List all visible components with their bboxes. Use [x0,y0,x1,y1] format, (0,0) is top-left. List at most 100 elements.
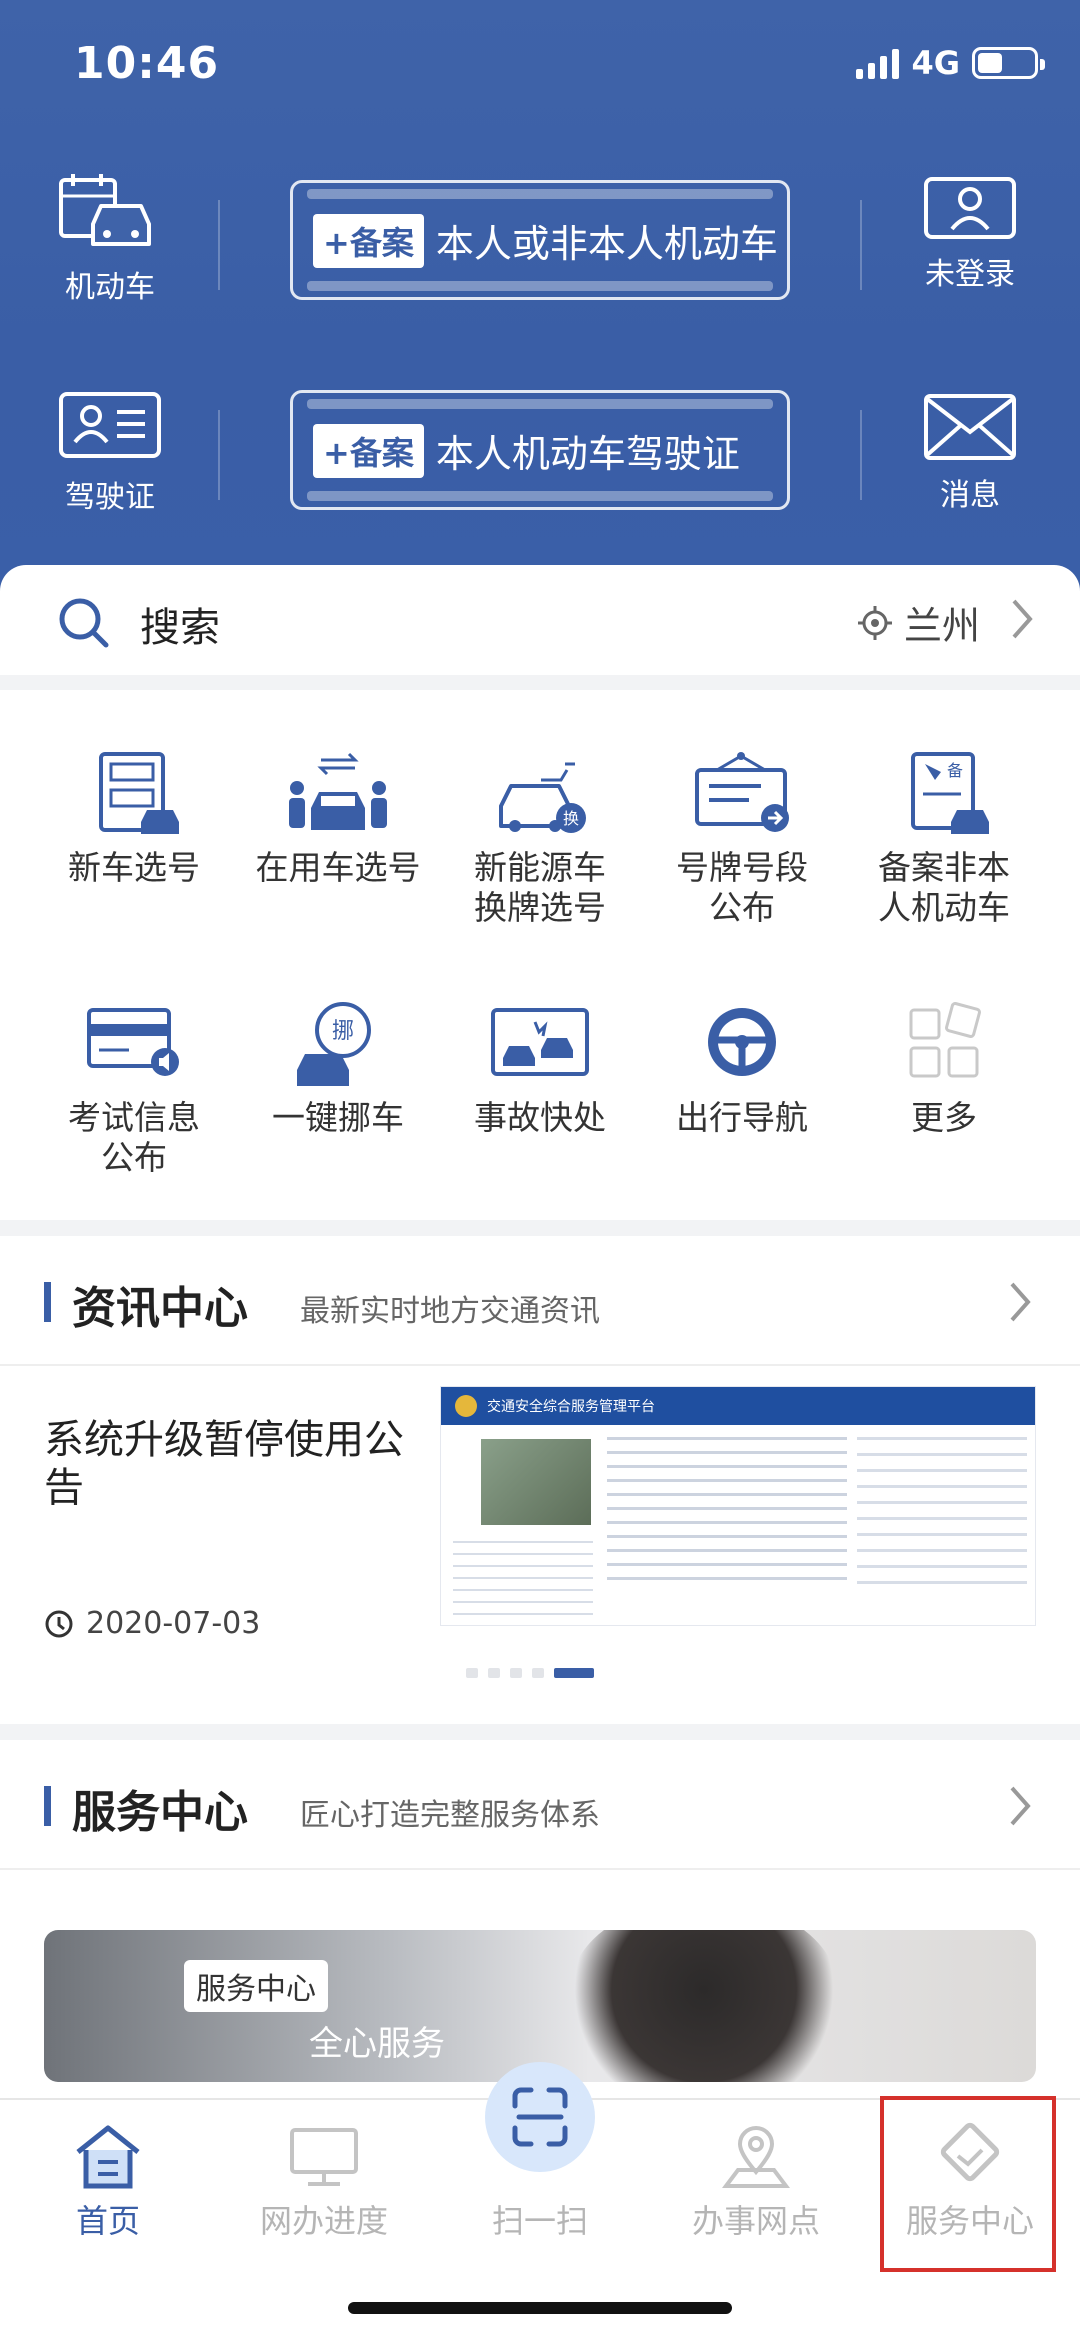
news-section: 资讯中心 最新实时地方交通资讯 系统升级暂停使用公告 2020-07-03 交通… [0,1236,1080,1724]
home-indicator [348,2302,732,2314]
news-article-title[interactable]: 系统升级暂停使用公告 [44,1416,404,1512]
service-center-section: 服务中心 匠心打造完整服务体系 服务中心 全心服务 [0,1740,1080,2100]
monitor-icon [290,2128,358,2186]
license-card-icon [59,392,161,458]
service-label: 事故快处 [474,1098,606,1137]
vehicle-entry[interactable]: 机动车 [40,170,180,306]
service-label: 号牌号段 公布 [676,848,808,927]
tab-outlets[interactable]: 办事网点 [666,2122,846,2242]
swap-car-icon [289,752,387,830]
chevron-right-icon[interactable] [1008,1784,1032,1828]
banner-text: 全心服务 [309,2024,445,2064]
tab-home[interactable]: 首页 [18,2122,198,2242]
register-vehicle-text: 本人或非本人机动车 [435,222,778,266]
divider [860,410,862,500]
service-label: 新能源车 换牌选号 [474,848,606,927]
news-thumbnail[interactable]: 交通安全综合服务管理平台 [440,1386,1036,1626]
signal-icon [856,47,900,79]
more-grid-icon [909,1002,981,1078]
service-plate-range[interactable]: 号牌号段 公布 [642,750,842,928]
new-plate-icon [99,752,179,834]
search-input[interactable]: 搜索 [140,595,220,653]
thumbnail-photo [481,1439,591,1525]
status-time: 10:46 [74,38,220,89]
network-type: 4G [911,44,960,82]
service-section-subtitle: 匠心打造完整服务体系 [300,1798,600,1833]
register-badge: +备案 [313,213,424,268]
tab-label: 网办进度 [259,2202,388,2240]
home-icon [76,2125,140,2189]
service-label: 出行导航 [676,1098,808,1137]
service-label: 更多 [911,1098,977,1137]
service-section-title: 服务中心 [72,1787,248,1838]
service-more[interactable]: 更多 [844,1000,1044,1138]
service-record-other-car[interactable]: 备 备案非本 人机动车 [844,750,1044,928]
thumbnail-site-title: 交通安全综合服务管理平台 [487,1399,655,1415]
svg-text:换: 换 [563,809,579,828]
login-label: 未登录 [925,257,1015,292]
service-exam-info[interactable]: 考试信息 公布 [34,1000,234,1178]
location-selector[interactable]: 兰州 [856,595,980,650]
service-navigation[interactable]: 出行导航 [642,1000,842,1138]
plate-notice-icon [695,752,789,832]
service-accident[interactable]: 事故快处 [440,1000,640,1138]
news-date: 2020-07-03 [44,1606,260,1641]
service-ev-plate[interactable]: 换 新能源车 换牌选号 [440,750,640,928]
register-license-button[interactable]: +备案 本人机动车驾驶证 [290,390,790,510]
vehicle-label: 机动车 [65,270,155,305]
divider [218,200,220,290]
service-used-car-plate[interactable]: 在用车选号 [238,750,438,888]
search-icon [59,598,109,648]
service-label: 考试信息 公布 [68,1098,200,1177]
service-banner[interactable]: 服务中心 全心服务 [44,1930,1036,2082]
record-car-icon: 备 [911,752,989,834]
banner-tag: 服务中心 [184,1960,328,2012]
tab-label: 扫一扫 [491,2202,588,2240]
service-label: 备案非本 人机动车 [878,848,1010,927]
highlight-box [880,2096,1056,2272]
ev-car-icon: 换 [499,762,586,833]
locate-icon [857,605,892,640]
location-label: 兰州 [903,604,980,648]
login-entry[interactable]: 未登录 [900,175,1040,293]
car-calendar-icon [59,174,151,246]
scan-button[interactable] [485,2062,595,2172]
user-icon [924,177,1016,239]
register-license-text: 本人机动车驾驶证 [435,432,740,476]
move-car-icon: 挪 [297,1002,371,1086]
chevron-right-icon[interactable] [1010,597,1034,641]
service-label: 在用车选号 [255,848,421,887]
tab-label: 首页 [75,2202,140,2240]
news-section-title: 资讯中心 [72,1283,248,1334]
divider [218,410,220,500]
service-move-car[interactable]: 挪 一键挪车 [238,1000,438,1138]
register-vehicle-button[interactable]: +备案 本人或非本人机动车 [290,180,790,300]
header: 10:46 4G 机动车 驾驶证 +备案 本人或非本人机动车 +备案 本人机动车… [0,0,1080,600]
news-date-text: 2020-07-03 [86,1606,261,1641]
status-bar: 10:46 4G [0,0,1080,130]
news-section-subtitle: 最新实时地方交通资讯 [300,1294,600,1329]
register-badge: +备案 [313,423,424,478]
svg-text:备: 备 [947,761,963,780]
service-grid: 新车选号 在用车选号 换 新能源车 换牌选号 号牌号段 公布 备 备案非本 人机… [0,690,1080,1220]
tab-label: 办事网点 [691,2202,820,2240]
messages-label: 消息 [940,478,1000,513]
chevron-right-icon[interactable] [1008,1280,1032,1324]
service-label: 一键挪车 [272,1098,404,1137]
news-section-header[interactable]: 资讯中心 最新实时地方交通资讯 [0,1236,1080,1366]
search-bar[interactable]: 搜索 兰州 [0,565,1080,675]
divider [860,200,862,290]
exam-info-icon [87,1008,179,1076]
service-new-car-plate[interactable]: 新车选号 [34,750,234,888]
carousel-dots [466,1668,594,1678]
license-entry[interactable]: 驾驶证 [40,388,180,516]
tab-progress[interactable]: 网办进度 [234,2122,414,2242]
scan-frame-icon [512,2087,568,2147]
svg-text:挪: 挪 [332,1019,354,1044]
license-label: 驾驶证 [65,480,155,515]
steering-wheel-icon [708,1008,776,1076]
battery-icon [972,47,1045,79]
location-pin-icon [722,2126,790,2188]
messages-entry[interactable]: 消息 [900,392,1040,514]
service-section-header[interactable]: 服务中心 匠心打造完整服务体系 [0,1740,1080,1870]
